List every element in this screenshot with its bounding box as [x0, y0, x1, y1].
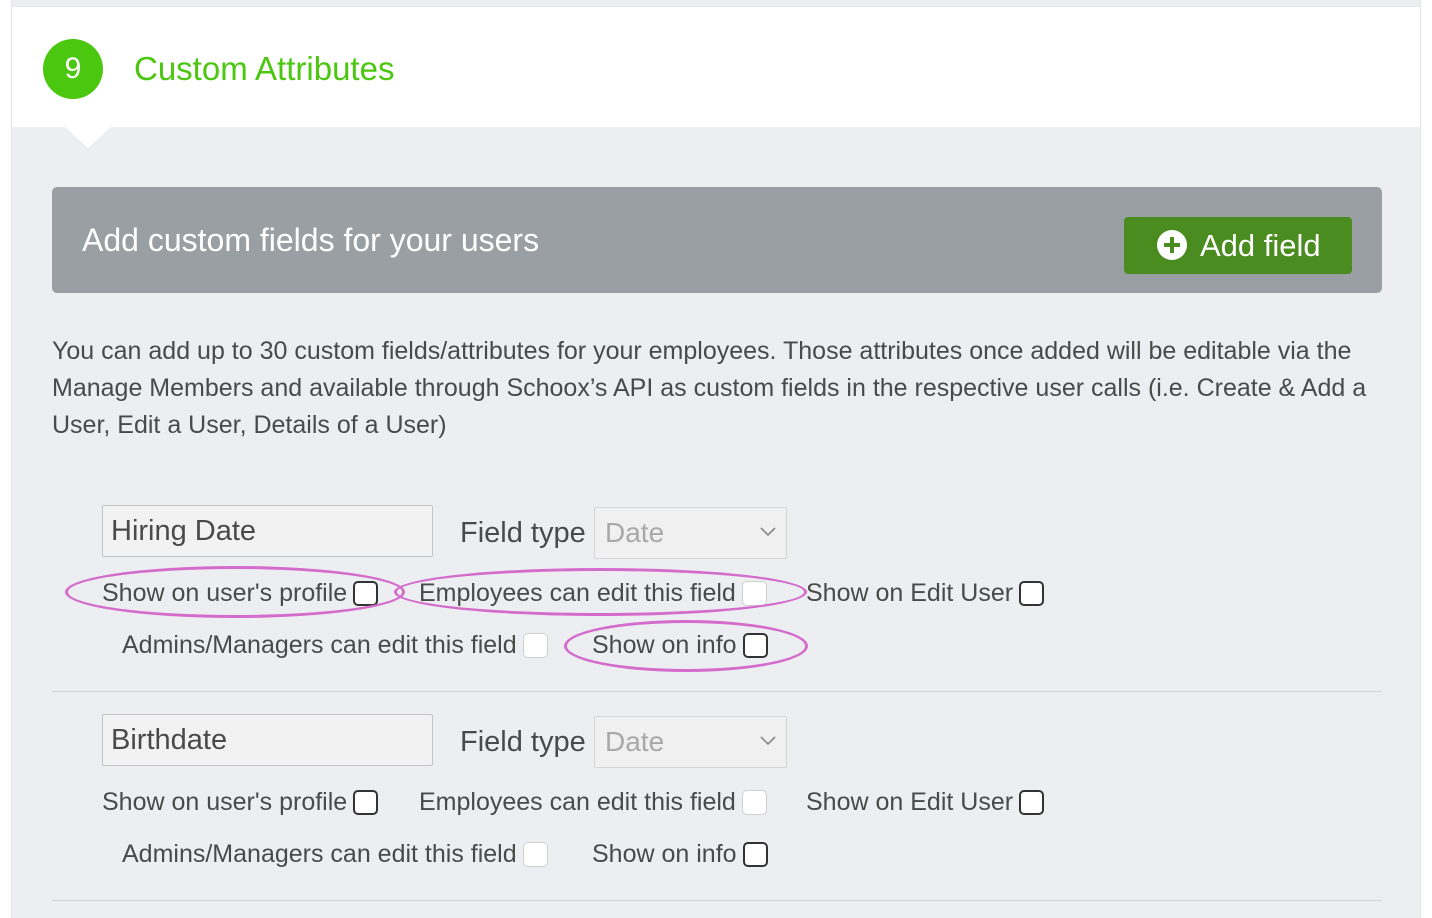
field-type-select[interactable]: Date [594, 716, 787, 768]
option-show-on-edit-user: Show on Edit User [806, 785, 1045, 819]
admins-can-edit-checkbox[interactable] [522, 632, 548, 658]
field-type-label: Field type [460, 517, 586, 549]
field-type-value: Date [605, 517, 665, 548]
add-field-button[interactable]: Add field [1124, 217, 1352, 274]
header-pointer [64, 126, 112, 148]
banner-title: Add custom fields for your users [82, 222, 540, 258]
section-title[interactable]: Custom Attributes [134, 47, 394, 91]
show-on-profile-checkbox[interactable] [353, 789, 379, 815]
row-divider [52, 691, 1382, 692]
option-admins-can-edit: Admins/Managers can edit this field [122, 628, 548, 662]
field-type-select[interactable]: Date [594, 507, 787, 559]
option-show-on-info: Show on info [592, 837, 768, 871]
option-label: Admins/Managers can edit this field [122, 631, 517, 659]
plus-circle-icon [1157, 230, 1187, 260]
option-label: Show on Edit User [806, 579, 1014, 607]
field-name-input[interactable]: Birthdate [102, 714, 433, 766]
field-type-label: Field type [460, 726, 586, 758]
field-name-input[interactable]: Hiring Date [102, 505, 433, 557]
page-container: 9 Custom Attributes Add custom fields fo… [11, 0, 1421, 918]
employees-can-edit-checkbox[interactable] [741, 580, 767, 606]
option-show-on-edit-user: Show on Edit User [806, 576, 1045, 610]
field-type-value: Date [605, 726, 665, 757]
option-admins-can-edit: Admins/Managers can edit this field [122, 837, 548, 871]
show-on-edit-user-checkbox[interactable] [1019, 789, 1045, 815]
custom-fields-banner: Add custom fields for your users Add fie… [52, 187, 1382, 293]
option-label: Admins/Managers can edit this field [122, 840, 517, 868]
description-text: You can add up to 30 custom fields/attri… [52, 337, 1367, 439]
option-employees-can-edit: Employees can edit this field [419, 576, 767, 610]
show-on-profile-checkbox[interactable] [353, 580, 379, 606]
show-on-info-checkbox[interactable] [742, 841, 768, 867]
option-show-on-profile: Show on user's profile [102, 576, 379, 610]
chevron-down-icon [760, 527, 776, 537]
option-show-on-profile: Show on user's profile [102, 785, 379, 819]
option-label: Show on user's profile [102, 788, 348, 816]
option-label: Show on info [592, 631, 737, 659]
show-on-info-checkbox[interactable] [742, 632, 768, 658]
option-label: Employees can edit this field [419, 788, 736, 816]
option-employees-can-edit: Employees can edit this field [419, 785, 767, 819]
show-on-edit-user-checkbox[interactable] [1019, 580, 1045, 606]
option-label: Show on info [592, 840, 737, 868]
row-divider [52, 900, 1382, 901]
chevron-down-icon [760, 736, 776, 746]
admins-can-edit-checkbox[interactable] [522, 841, 548, 867]
step-number-badge: 9 [43, 39, 103, 99]
option-show-on-info: Show on info [592, 628, 768, 662]
section-header: 9 Custom Attributes [12, 6, 1420, 127]
employees-can-edit-checkbox[interactable] [741, 789, 767, 815]
option-label: Employees can edit this field [419, 579, 736, 607]
add-field-label: Add field [1200, 228, 1321, 263]
option-label: Show on user's profile [102, 579, 348, 607]
option-label: Show on Edit User [806, 788, 1014, 816]
